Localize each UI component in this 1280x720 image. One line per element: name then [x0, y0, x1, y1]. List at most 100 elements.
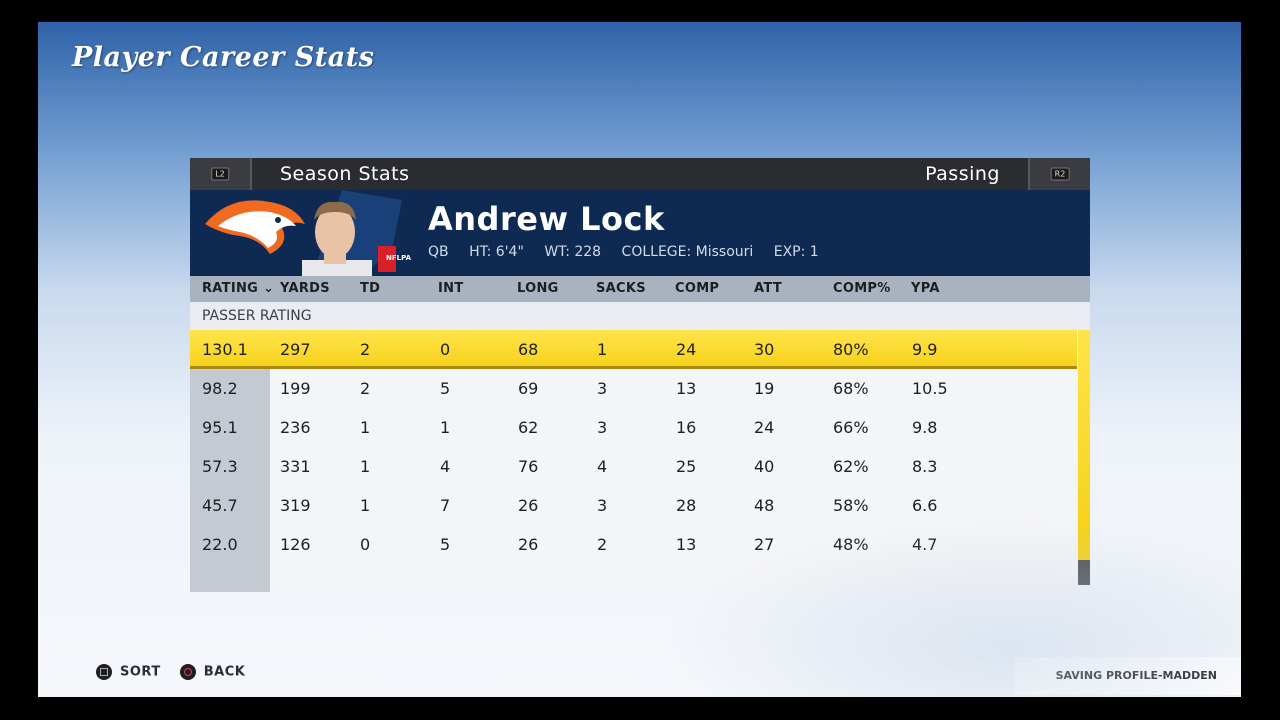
col-sacks[interactable]: SACKS	[596, 281, 646, 296]
scrollbar[interactable]	[1078, 330, 1090, 585]
cell-att: 27	[754, 535, 775, 554]
cell-int: 7	[440, 496, 451, 515]
col-rating-label: RATING	[202, 281, 259, 296]
cell-sacks: 3	[597, 418, 608, 437]
col-yards[interactable]: YARDS	[280, 281, 330, 296]
table-row[interactable]: 95.1 236 1 1 62 3 16 24 66% 9.8	[190, 408, 1077, 447]
sort-desc-icon: ⌄	[258, 281, 275, 296]
cell-yards: 236	[280, 418, 311, 437]
sort-label-text: SORT	[120, 664, 161, 680]
player-weight: WT: 228	[544, 244, 602, 260]
col-int[interactable]: INT	[438, 281, 464, 296]
table-row[interactable]: 57.3 331 1 4 76 4 25 40 62% 8.3	[190, 447, 1077, 486]
cell-att: 48	[754, 496, 775, 515]
player-position: QB	[428, 244, 449, 260]
stats-panel: L2 Season Stats Passing R2 Andrew Lock Q…	[190, 158, 1090, 592]
cell-att: 19	[754, 379, 775, 398]
cell-sacks: 3	[597, 496, 608, 515]
cell-yards: 319	[280, 496, 311, 515]
cell-sacks: 4	[597, 457, 608, 476]
cell-td: 1	[360, 496, 371, 515]
table-row[interactable]: 45.7 319 1 7 26 3 28 48 58% 6.6	[190, 486, 1077, 525]
cell-td: 2	[360, 379, 371, 398]
cell-sacks: 1	[597, 340, 608, 359]
cell-ypa: 10.5	[912, 379, 948, 398]
cell-long: 76	[518, 457, 539, 476]
cell-ypa: 8.3	[912, 457, 938, 476]
cell-yards: 331	[280, 457, 311, 476]
stats-tab-bar: L2 Season Stats Passing R2	[190, 158, 1090, 190]
cell-rating: 130.1	[202, 340, 248, 359]
table-row[interactable]: 22.0 126 0 5 26 2 13 27 48% 4.7	[190, 525, 1077, 564]
cell-ypa: 6.6	[912, 496, 938, 515]
table-row[interactable]: 98.2 199 2 5 69 3 13 19 68% 10.5	[190, 369, 1077, 408]
cell-long: 68	[518, 340, 539, 359]
cell-int: 0	[440, 340, 451, 359]
player-photo	[302, 190, 402, 276]
back-label-text: BACK	[203, 664, 246, 680]
col-ypa[interactable]: YPA	[911, 281, 940, 296]
col-td[interactable]: TD	[360, 281, 380, 296]
col-long[interactable]: LONG	[517, 281, 559, 296]
r2-button-label: R2	[1050, 167, 1070, 181]
table-row[interactable]: 130.1 297 2 0 68 1 24 30 80% 9.9	[190, 330, 1077, 369]
passing-category-tab[interactable]: Passing	[925, 163, 1000, 185]
sort-label: PASSER RATING	[190, 302, 1090, 330]
cell-rating: 95.1	[202, 418, 238, 437]
back-control[interactable]: BACK	[179, 664, 246, 680]
cell-td: 0	[360, 535, 371, 554]
cell-rating: 22.0	[202, 535, 238, 554]
cell-rating: 45.7	[202, 496, 238, 515]
cell-int: 1	[440, 418, 451, 437]
nflpa-badge: NFLPA	[386, 254, 412, 262]
cell-int: 5	[440, 379, 451, 398]
cell-comp: 13	[676, 379, 697, 398]
cell-comp: 16	[676, 418, 697, 437]
cell-comp: 28	[676, 496, 697, 515]
cell-long: 26	[518, 496, 539, 515]
cell-long: 69	[518, 379, 539, 398]
cell-ypa: 9.8	[912, 418, 938, 437]
cell-rating: 57.3	[202, 457, 238, 476]
cell-comp: 25	[676, 457, 697, 476]
col-comp-pct[interactable]: COMP%	[833, 281, 891, 296]
cell-int: 5	[440, 535, 451, 554]
cell-comp: 24	[676, 340, 697, 359]
cell-int: 4	[440, 457, 451, 476]
next-category-button[interactable]: R2	[1028, 158, 1090, 190]
cell-long: 62	[518, 418, 539, 437]
cell-sacks: 3	[597, 379, 608, 398]
cell-td: 1	[360, 457, 371, 476]
cell-td: 2	[360, 340, 371, 359]
season-stats-tab[interactable]: Season Stats	[280, 163, 410, 185]
scrollbar-thumb[interactable]	[1078, 560, 1090, 585]
saving-status: SAVING PROFILE-MADDEN	[1015, 657, 1241, 695]
cell-td: 1	[360, 418, 371, 437]
cell-comp-pct: 58%	[833, 496, 869, 515]
col-att[interactable]: ATT	[754, 281, 782, 296]
circle-button-icon	[179, 664, 196, 680]
prev-category-button[interactable]: L2	[190, 158, 252, 190]
cell-yards: 126	[280, 535, 311, 554]
player-name: Andrew Lock	[428, 200, 665, 238]
cell-ypa: 9.9	[912, 340, 938, 359]
cell-att: 30	[754, 340, 775, 359]
col-comp[interactable]: COMP	[675, 281, 719, 296]
sort-control[interactable]: SORT	[96, 664, 161, 680]
cell-comp-pct: 68%	[833, 379, 869, 398]
cell-att: 40	[754, 457, 775, 476]
cell-comp-pct: 66%	[833, 418, 869, 437]
cell-comp-pct: 62%	[833, 457, 869, 476]
player-height: HT: 6'4"	[469, 244, 524, 260]
col-rating[interactable]: RATING ⌄	[202, 281, 274, 296]
column-header-row: RATING ⌄ YARDS TD INT LONG SACKS COMP AT…	[190, 276, 1090, 302]
footer-controls: SORT BACK	[96, 664, 259, 680]
stats-table: 130.1 297 2 0 68 1 24 30 80% 9.9 98.2 19…	[190, 330, 1090, 592]
cell-ypa: 4.7	[912, 535, 938, 554]
page-title: Player Career Stats	[72, 42, 375, 73]
square-button-icon	[96, 664, 112, 680]
cell-yards: 297	[280, 340, 311, 359]
cell-sacks: 2	[597, 535, 608, 554]
cell-rating: 98.2	[202, 379, 238, 398]
player-experience: EXP: 1	[773, 244, 819, 260]
